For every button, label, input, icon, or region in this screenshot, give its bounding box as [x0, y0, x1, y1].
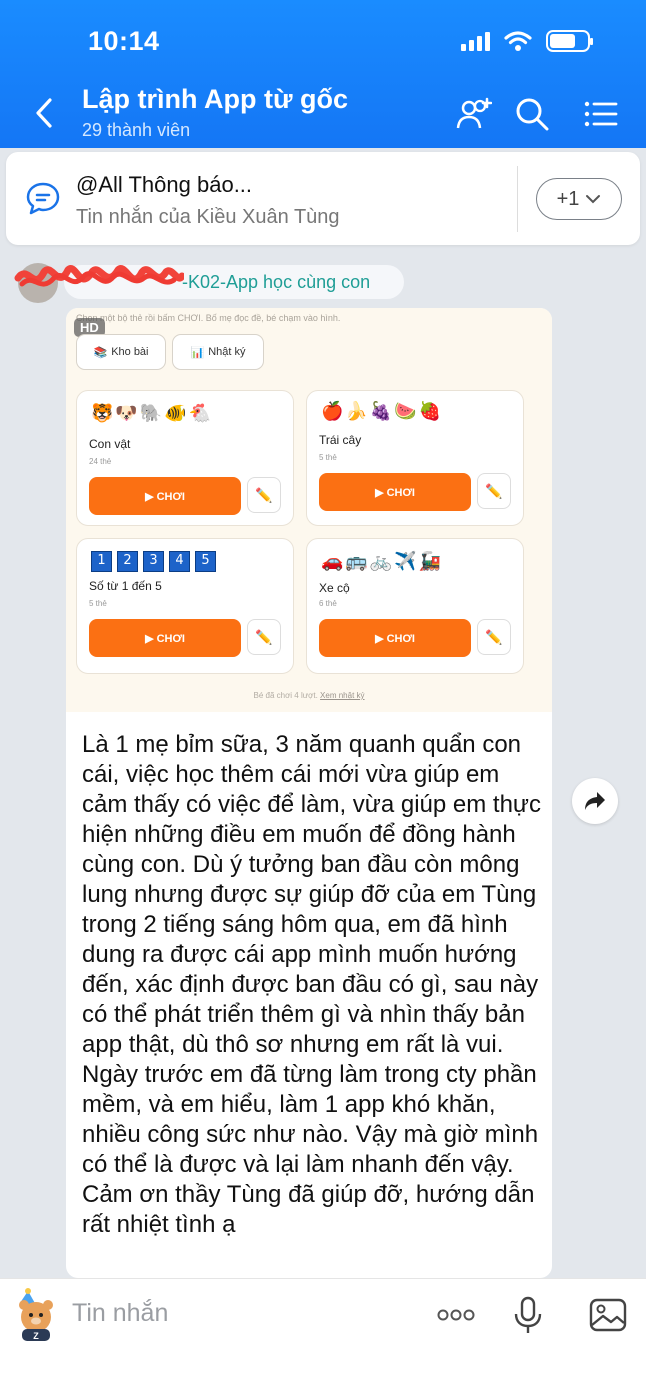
share-forward-button[interactable]: [572, 778, 618, 824]
pencil-icon: ✏️: [247, 619, 281, 655]
pinned-title: @All Thông báo...: [76, 172, 253, 197]
fruits-emoji-icons: 🍎🍌🍇🍉🍓: [321, 401, 444, 421]
message-text: Là 1 mẹ bỉm sữa, 3 năm quanh quẩn con cá…: [82, 731, 541, 1238]
number-tiles: 12345: [91, 551, 221, 572]
play-button: ▶ CHƠI: [89, 619, 241, 657]
deck-card: 🍎🍌🍇🍉🍓 Trái cây 5 thẻ ▶ CHƠI ✏️: [306, 390, 524, 526]
attached-screenshot[interactable]: Chọn một bộ thẻ rồi bấm CHƠI. Bố mẹ đọc …: [66, 308, 552, 712]
search-icon[interactable]: [514, 96, 550, 132]
message-bubble[interactable]: Chọn một bộ thẻ rồi bấm CHƠI. Bố mẹ đọc …: [66, 308, 552, 1278]
signal-icon: [461, 31, 490, 51]
wifi-icon: [504, 31, 532, 51]
screenshot-footer: Bé đã chơi 4 lượt. Xem nhật ký: [253, 691, 365, 700]
pinned-message-banner[interactable]: @All Thông báo... Tin nhắn của Kiều Xuân…: [6, 152, 640, 245]
tab-nhat-ky: 📊 Nhật ký: [172, 334, 264, 370]
chat-header: 10:14 Lập trình App từ gốc 29 thành viên: [0, 0, 646, 148]
chart-icon: 📊: [190, 346, 205, 359]
member-count[interactable]: 29 thành viên: [82, 120, 190, 141]
add-member-icon[interactable]: [456, 96, 492, 132]
status-icons: [461, 30, 593, 52]
more-options-icon[interactable]: [436, 1295, 476, 1335]
menu-list-icon[interactable]: [582, 96, 618, 132]
pinned-more-label: +1: [556, 187, 580, 210]
screenshot-hint: Chọn một bộ thẻ rồi bấm CHƠI. Bố mẹ đọc …: [76, 313, 341, 323]
pencil-icon: ✏️: [477, 619, 511, 655]
microphone-icon[interactable]: [508, 1295, 548, 1335]
message-input[interactable]: Tin nhắn: [72, 1299, 168, 1328]
battery-icon: [546, 30, 593, 52]
pinned-more-button[interactable]: +1: [536, 178, 622, 220]
pencil-icon: ✏️: [477, 473, 511, 509]
back-arrow-icon[interactable]: [30, 96, 60, 130]
deck-card: 🐯🐶🐘🐠🐔 Con vật 24 thẻ ▶ CHƠI ✏️: [76, 390, 294, 526]
status-time: 10:14: [88, 26, 160, 56]
chat-title[interactable]: Lập trình App từ gốc: [82, 84, 348, 115]
vehicles-emoji-icons: 🚗🚌🚲✈️🚂: [321, 551, 444, 571]
image-gallery-icon[interactable]: [588, 1295, 628, 1335]
redaction-scribble: [14, 265, 184, 287]
deck-card: 🚗🚌🚲✈️🚂 Xe cộ 6 thẻ ▶ CHƠI ✏️: [306, 538, 524, 674]
play-button: ▶ CHƠI: [319, 473, 471, 511]
play-button: ▶ CHƠI: [319, 619, 471, 657]
svg-text:Z: Z: [33, 1331, 39, 1341]
message-input-bar: Z Tin nhắn: [0, 1278, 646, 1400]
animals-emoji-icons: 🐯🐶🐘🐠🐔: [91, 403, 214, 423]
chat-bubble-icon: [26, 182, 60, 215]
divider: [517, 166, 518, 232]
pinned-subtitle: Tin nhắn của Kiều Xuân Tùng: [76, 206, 340, 228]
sticker-mascot-icon[interactable]: Z: [12, 1287, 60, 1341]
books-icon: 📚: [93, 346, 108, 359]
tab-kho-bai: 📚 Kho bài: [76, 334, 166, 370]
forward-arrow-icon: [585, 792, 605, 810]
pencil-icon: ✏️: [247, 477, 281, 513]
deck-card: 12345 Số từ 1 đến 5 5 thẻ ▶ CHƠI ✏️: [76, 538, 294, 674]
sender-name[interactable]: -K02-App học cùng con: [182, 272, 370, 293]
chevron-down-icon: [586, 195, 601, 204]
play-button: ▶ CHƠI: [89, 477, 241, 515]
